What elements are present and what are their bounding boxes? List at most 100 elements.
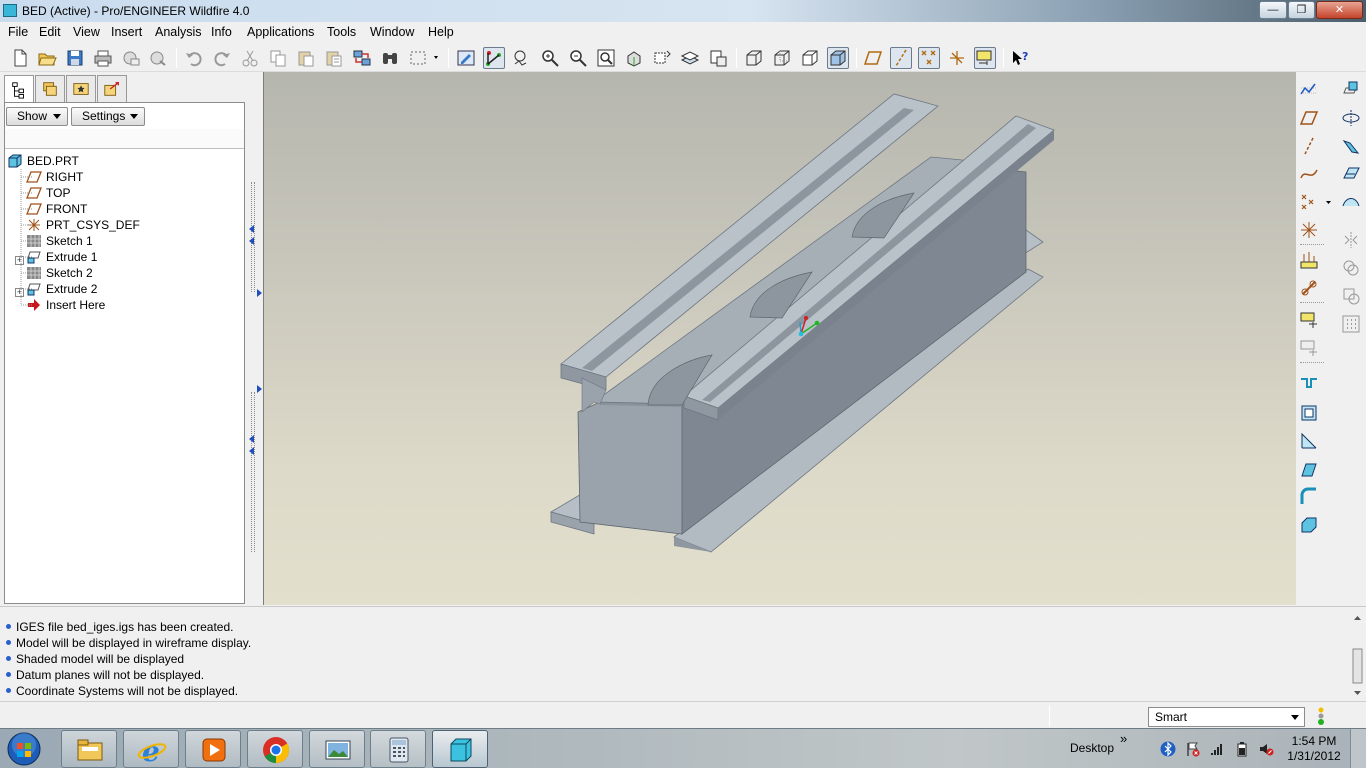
merge-tool-icon[interactable]: [1341, 258, 1363, 280]
show-button[interactable]: Show: [6, 107, 68, 126]
tree-item-right[interactable]: RIGHT: [26, 169, 226, 185]
chamfer-tool-icon[interactable]: [1299, 515, 1321, 537]
extrude-tool-icon[interactable]: [1341, 80, 1363, 102]
layers-icon[interactable]: [679, 47, 701, 69]
new-icon[interactable]: [9, 47, 31, 69]
cut-icon[interactable]: [239, 47, 261, 69]
save-icon[interactable]: [64, 47, 86, 69]
coordinate-systems-icon[interactable]: [946, 47, 968, 69]
shell-tool-icon[interactable]: [1299, 403, 1321, 425]
toolbar-chevron-icon[interactable]: »: [1120, 731, 1127, 746]
taskbar-clock[interactable]: 1:54 PM 1/31/2012: [1284, 734, 1344, 764]
tree-item-sketch-1[interactable]: Sketch 1: [26, 233, 226, 249]
spin-center-icon[interactable]: [483, 47, 505, 69]
wireframe-icon[interactable]: [743, 47, 765, 69]
tree-item-front[interactable]: FRONT: [26, 201, 226, 217]
pattern-tool-icon[interactable]: [1341, 314, 1363, 336]
maximize-button[interactable]: ❐: [1288, 1, 1315, 19]
connections-tab[interactable]: [97, 75, 127, 102]
email-link-icon[interactable]: [147, 47, 169, 69]
draft-tool-icon[interactable]: [1299, 459, 1321, 481]
redo-icon[interactable]: [211, 47, 233, 69]
tree-filter-bar[interactable]: [5, 129, 244, 149]
repaint-icon[interactable]: [455, 47, 477, 69]
network-signal-icon[interactable]: [1209, 741, 1225, 757]
menu-tools[interactable]: Tools: [327, 25, 356, 39]
start-button[interactable]: [4, 730, 44, 768]
taskbar-pro-engineer[interactable]: [432, 730, 488, 768]
action-center-icon[interactable]: [1185, 741, 1201, 757]
hidden-line-icon[interactable]: [771, 47, 793, 69]
datum-planes-icon[interactable]: [862, 47, 884, 69]
folder-browser-tab[interactable]: [35, 75, 65, 102]
rib-tool-icon[interactable]: [1299, 431, 1321, 453]
view-manager-icon[interactable]: [707, 47, 729, 69]
menu-edit[interactable]: Edit: [39, 25, 61, 39]
paste-icon[interactable]: [295, 47, 317, 69]
volume-muted-icon[interactable]: [1258, 741, 1274, 757]
blend-tool-icon[interactable]: [1341, 164, 1363, 186]
tree-item-insert-here[interactable]: Insert Here: [26, 297, 226, 313]
taskbar-file-explorer[interactable]: [61, 730, 117, 768]
revolve-tool-icon[interactable]: [1341, 108, 1363, 130]
datum-plane-tool-icon[interactable]: [1299, 108, 1321, 130]
find-icon[interactable]: [379, 47, 401, 69]
datum-point-tool-icon[interactable]: [1299, 192, 1333, 214]
regenerate-icon[interactable]: [351, 47, 373, 69]
selection-filter-select[interactable]: Smart: [1148, 707, 1305, 727]
datum-axes-icon[interactable]: [890, 47, 912, 69]
tree-item-bed-prt[interactable]: BED.PRT: [7, 153, 227, 169]
datum-axis-tool-icon[interactable]: [1299, 136, 1321, 158]
show-desktop-button[interactable]: [1350, 729, 1366, 768]
hole-tool-icon[interactable]: [1299, 375, 1321, 397]
menu-applications[interactable]: Applications: [247, 25, 314, 39]
taskbar-photo-viewer[interactable]: [309, 730, 365, 768]
context-help-icon[interactable]: ?: [1009, 47, 1031, 69]
style-tool-icon[interactable]: [1341, 192, 1363, 214]
annotation-edit-icon[interactable]: [1299, 338, 1321, 360]
collapse-left-icon[interactable]: [249, 447, 254, 455]
battery-icon[interactable]: [1234, 741, 1250, 757]
connect-tool-icon[interactable]: [1299, 278, 1321, 300]
tree-item-sketch-2[interactable]: Sketch 2: [26, 265, 226, 281]
menu-info[interactable]: Info: [211, 25, 232, 39]
email-icon[interactable]: [120, 47, 142, 69]
tree-item-extrude-2[interactable]: Extrude 2: [26, 281, 226, 297]
undo-icon[interactable]: [183, 47, 205, 69]
sketch-tool-icon[interactable]: [1299, 80, 1321, 102]
taskbar-calculator[interactable]: [370, 730, 426, 768]
expand-right-icon[interactable]: [257, 289, 262, 297]
taskbar-media-player[interactable]: [185, 730, 241, 768]
annotations-icon[interactable]: [974, 47, 996, 69]
annotation-tool-icon[interactable]: [1299, 310, 1321, 332]
taskbar-internet-explorer[interactable]: e: [123, 730, 179, 768]
tree-item-extrude-1[interactable]: Extrude 1: [26, 249, 226, 265]
desktop-toolbar-label[interactable]: Desktop: [1070, 741, 1114, 755]
open-icon[interactable]: [36, 47, 58, 69]
bluetooth-icon[interactable]: [1160, 741, 1176, 757]
menu-insert[interactable]: Insert: [111, 25, 142, 39]
close-button[interactable]: ✕: [1316, 1, 1363, 19]
collapse-left-icon[interactable]: [249, 435, 254, 443]
graphics-window[interactable]: [263, 72, 1296, 605]
round-tool-icon[interactable]: [1299, 487, 1321, 509]
zoom-out-icon[interactable]: [567, 47, 589, 69]
taskbar-chrome[interactable]: [247, 730, 303, 768]
model-tree-tab[interactable]: [4, 75, 34, 104]
favorites-tab[interactable]: [66, 75, 96, 102]
menu-file[interactable]: File: [8, 25, 28, 39]
expand-right-icon[interactable]: [257, 385, 262, 393]
paste-special-icon[interactable]: [323, 47, 345, 69]
menu-analysis[interactable]: Analysis: [155, 25, 202, 39]
mirror-tool-icon[interactable]: [1341, 230, 1363, 252]
zoom-in-icon[interactable]: [539, 47, 561, 69]
settings-button[interactable]: Settings: [71, 107, 145, 126]
menu-view[interactable]: View: [73, 25, 100, 39]
message-scrollbar[interactable]: [1351, 611, 1364, 699]
tree-item-top[interactable]: TOP: [26, 185, 226, 201]
saved-views-icon[interactable]: [651, 47, 673, 69]
menu-help[interactable]: Help: [428, 25, 454, 39]
print-icon[interactable]: [92, 47, 114, 69]
orient-mode-icon[interactable]: [511, 47, 533, 69]
csys-tool-icon[interactable]: [1299, 220, 1321, 242]
